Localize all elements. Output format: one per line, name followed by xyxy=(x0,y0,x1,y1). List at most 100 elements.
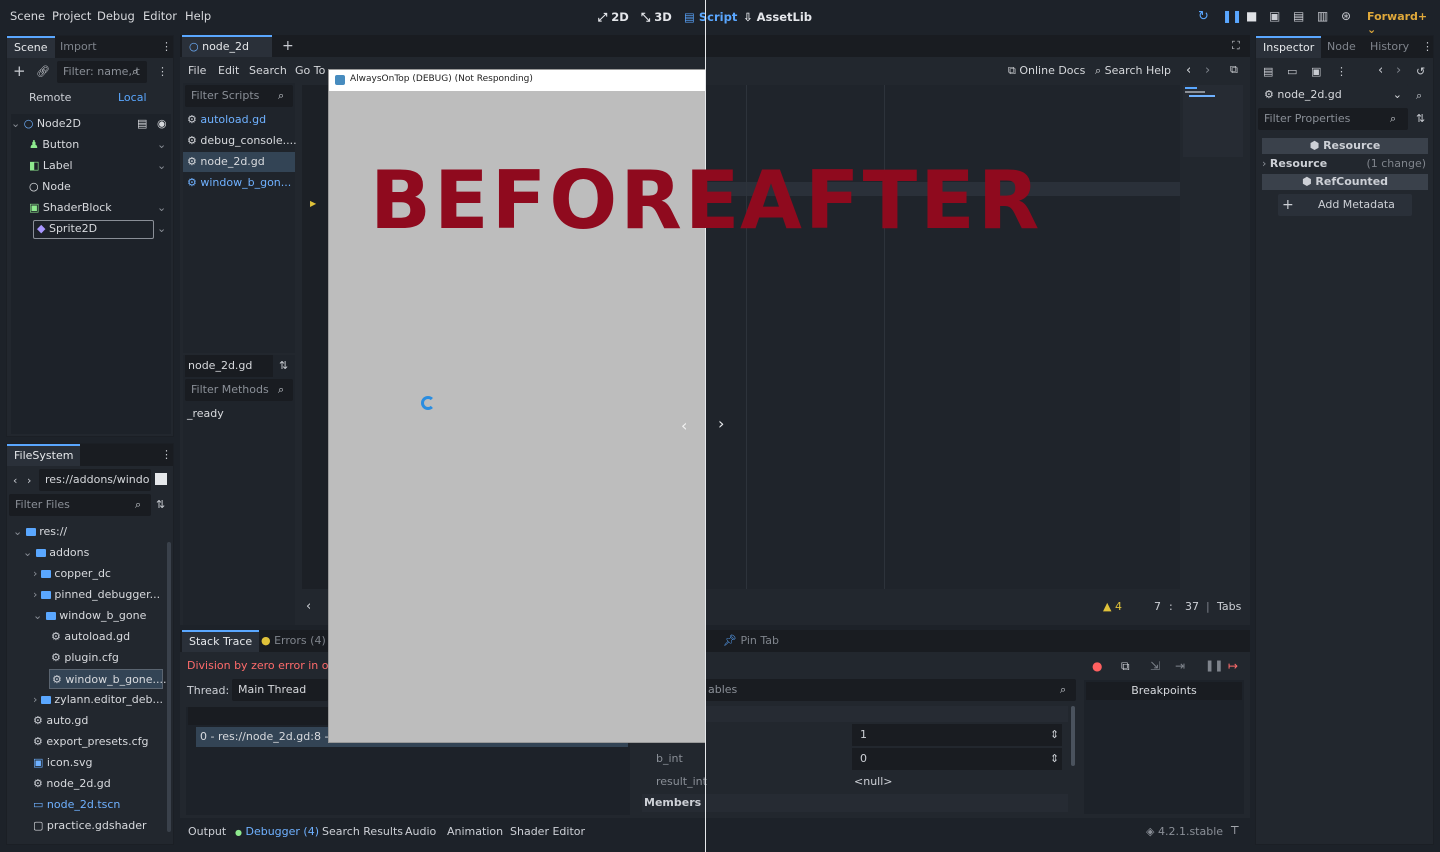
tab-inspector[interactable]: Inspector xyxy=(1256,36,1322,58)
visibility-eye-icon[interactable]: ◉ xyxy=(157,114,167,134)
history-forward-icon[interactable]: › xyxy=(1205,63,1210,78)
kebab-menu-icon[interactable]: ⋮ xyxy=(161,40,172,54)
new-resource-icon[interactable]: ▤ xyxy=(1263,65,1273,79)
file-item-copper-dc[interactable]: › copper_dc xyxy=(33,564,111,584)
history-forward-icon[interactable]: › xyxy=(1396,64,1401,78)
variables-scrollbar[interactable] xyxy=(1071,706,1075,766)
kebab-menu-icon[interactable]: ⋮ xyxy=(1422,40,1433,54)
menu-project[interactable]: Project xyxy=(52,9,91,23)
var-value[interactable]: 1 xyxy=(852,724,1062,746)
step-into-icon[interactable]: ⇲ xyxy=(1150,659,1160,673)
forward-arrow-icon[interactable]: › xyxy=(27,474,31,488)
property-options-icon[interactable]: ⇅ xyxy=(1416,112,1425,126)
bottom-tab-search-results[interactable]: Search Results xyxy=(322,825,403,838)
file-item-plugin-cfg[interactable]: ⚙ plugin.cfg xyxy=(51,648,119,668)
more-options-icon[interactable]: ⋮ xyxy=(1336,65,1347,79)
spinbox-arrows-icon[interactable]: ⇕ xyxy=(1050,752,1059,765)
workspace-assetlib[interactable]: ⇩ AssetLib xyxy=(743,10,812,24)
file-item-pinned-debugger[interactable]: › pinned_debugger... xyxy=(33,585,160,605)
tab-node[interactable]: Node xyxy=(1320,36,1363,58)
tab-import[interactable]: Import xyxy=(53,36,104,58)
filter-scripts-input[interactable]: Filter Scripts xyxy=(185,85,293,107)
toggle-bottom-panel-icon[interactable]: ⊤ xyxy=(1230,824,1240,837)
file-item-icon-svg[interactable]: ▣ icon.svg xyxy=(33,753,92,773)
file-item-autoload[interactable]: ⚙ autoload.gd xyxy=(51,627,130,647)
tree-node-sprite2d[interactable]: ◆ Sprite2D ⌄ xyxy=(29,219,169,239)
stop-icon[interactable]: ■ xyxy=(1246,9,1257,23)
scene-options-icon[interactable]: ⋮ xyxy=(157,65,168,79)
play-custom-icon[interactable]: ▥ xyxy=(1317,9,1328,23)
step-over-icon[interactable]: ⇥ xyxy=(1175,659,1185,673)
method-item-ready[interactable]: _ready xyxy=(187,404,224,424)
record-icon[interactable]: ● xyxy=(1092,659,1102,673)
float-window-icon[interactable]: ⧉ xyxy=(1230,63,1238,77)
var-row[interactable]: 1 ⇕ xyxy=(656,724,1068,746)
script-icon[interactable]: ▤ xyxy=(137,114,147,134)
add-node-icon[interactable]: + xyxy=(13,64,26,79)
bottom-tab-debugger[interactable]: ● Debugger (4) xyxy=(235,825,319,838)
object-search-icon[interactable]: ⌕ xyxy=(1416,89,1422,103)
open-folder-icon[interactable]: ▭ xyxy=(1287,65,1297,79)
pin-tab-button[interactable]: 📌︎ Pin Tab xyxy=(716,630,786,652)
tab-node-2d[interactable]: ○ node_2d ✕ xyxy=(182,35,272,73)
kebab-menu-icon[interactable]: ⋮ xyxy=(161,448,172,462)
add-metadata-button[interactable]: + Add Metadata xyxy=(1278,194,1412,216)
script-item-debug-console[interactable]: ⚙ debug_console.... xyxy=(187,131,297,151)
sort-icon[interactable]: ⇅ xyxy=(279,359,288,373)
path-input[interactable]: res://addons/windo xyxy=(39,469,151,491)
history-back-icon[interactable]: ‹ xyxy=(1378,64,1383,78)
bottom-tab-audio[interactable]: Audio xyxy=(405,825,436,838)
script-menu-goto[interactable]: Go To xyxy=(295,64,325,77)
break-icon[interactable]: ❚❚ xyxy=(1205,659,1223,672)
local-button[interactable]: Local xyxy=(118,91,147,104)
copy-error-icon[interactable]: ⧉ xyxy=(1121,659,1130,674)
tree-node-node[interactable]: ○ Node xyxy=(29,177,169,197)
spinbox-arrows-icon[interactable]: ⇕ xyxy=(1050,728,1059,741)
tab-history[interactable]: History xyxy=(1363,36,1416,58)
tab-errors[interactable]: ● Errors (4) xyxy=(254,630,333,652)
chevron-right-icon[interactable]: › xyxy=(718,414,724,433)
var-row[interactable]: b_int 0 ⇕ xyxy=(656,748,1068,770)
tree-node-shaderblock[interactable]: ▣ ShaderBlock ⌄ xyxy=(29,198,169,218)
tree-node-label[interactable]: ◧ Label ⌄ xyxy=(29,156,169,176)
filter-variables-input[interactable]: ables xyxy=(702,679,1076,701)
history-back-icon[interactable]: ‹ xyxy=(1186,63,1191,78)
menu-help[interactable]: Help xyxy=(185,9,211,23)
file-item-auto-gd[interactable]: ⚙ auto.gd xyxy=(33,711,88,731)
object-history-icon[interactable]: ↺ xyxy=(1416,65,1425,79)
add-tab-icon[interactable]: + xyxy=(282,39,294,53)
resource-section[interactable]: › Resource (1 change) xyxy=(1262,156,1428,172)
thread-select[interactable]: Main Thread xyxy=(232,679,328,701)
search-help-button[interactable]: ⌕ Search Help xyxy=(1095,64,1171,78)
file-item-window-b-gone[interactable]: ⌄ window_b_gone xyxy=(33,606,146,626)
workspace-3d[interactable]: ⤡ 3D xyxy=(641,10,672,25)
save-icon[interactable]: ▣ xyxy=(1311,65,1321,79)
window-titlebar[interactable]: AlwaysOnTop (DEBUG) (Not Responding) xyxy=(329,70,705,91)
script-item-autoload[interactable]: ⚙ autoload.gd xyxy=(187,110,293,130)
menu-debug[interactable]: Debug xyxy=(97,9,135,23)
filter-methods-input[interactable]: Filter Methods xyxy=(185,379,293,401)
chevron-left-icon[interactable]: ‹ xyxy=(681,416,687,435)
bottom-tab-shader-editor[interactable]: Shader Editor xyxy=(510,825,585,838)
bottom-tab-output[interactable]: Output xyxy=(188,825,226,838)
var-row[interactable]: result_int <null> xyxy=(656,772,1068,792)
file-item-window-b-gone-gd[interactable]: ⚙ window_b_gone.... xyxy=(49,669,167,689)
file-item-res[interactable]: ⌄ res:// xyxy=(13,522,67,542)
link-icon[interactable]: 🔗︎ xyxy=(36,65,50,79)
file-tree-scrollbar[interactable] xyxy=(167,542,171,832)
file-item-practice-gdshader[interactable]: ▢ practice.gdshader xyxy=(33,816,147,836)
var-value[interactable]: 0 xyxy=(852,748,1062,770)
remote-button[interactable]: Remote xyxy=(29,91,71,104)
distraction-free-icon[interactable]: ⛶ xyxy=(1232,39,1240,53)
bottom-tab-animation[interactable]: Animation xyxy=(447,825,503,838)
movie-maker-icon[interactable]: ⊛ xyxy=(1341,9,1351,23)
tab-scene[interactable]: Scene xyxy=(7,36,55,58)
remote-deploy-icon[interactable]: ▣ xyxy=(1269,9,1280,23)
object-selector[interactable]: ⚙ node_2d.gd ⌄ xyxy=(1258,84,1408,106)
tree-node-node2d[interactable]: ⌄ ○ Node2D ▤ ◉ xyxy=(11,114,171,134)
filter-properties-input[interactable]: Filter Properties xyxy=(1258,108,1408,130)
continue-icon[interactable]: ↦ xyxy=(1228,659,1238,673)
pause-icon[interactable]: ❚❚ xyxy=(1222,9,1242,23)
indent-mode[interactable]: Tabs xyxy=(1217,600,1241,613)
online-docs-button[interactable]: ⧉ Online Docs xyxy=(1008,64,1085,78)
